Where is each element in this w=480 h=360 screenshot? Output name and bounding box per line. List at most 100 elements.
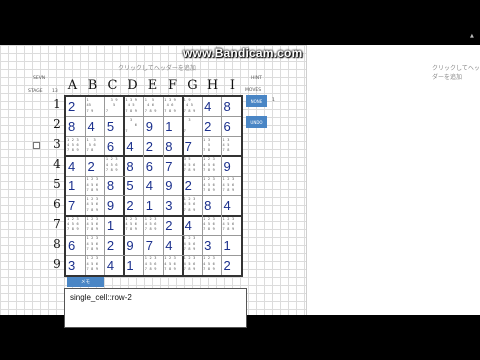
- board-cell[interactable]: 6: [144, 156, 163, 176]
- board-cell[interactable]: 4: [183, 216, 202, 236]
- board-cell[interactable]: 9: [124, 235, 143, 255]
- board-cell[interactable]: 1 9 4 5 7 8 9: [183, 97, 202, 117]
- board-cell[interactable]: 4: [105, 255, 124, 275]
- board-cell[interactable]: 3: [202, 235, 221, 255]
- board-cell[interactable]: 3: [66, 255, 85, 275]
- none-button[interactable]: NONE: [246, 95, 267, 107]
- board-cell[interactable]: 3 9 5 7: [105, 97, 124, 117]
- cell-candidates: 1 3 4 5 7 8: [222, 137, 230, 153]
- board-cell[interactable]: 3 5 4 5 6 7 8 9: [183, 156, 202, 176]
- right-pane[interactable]: [307, 45, 480, 315]
- board-cell[interactable]: 1 2 3 4 5 6 7 8 9: [124, 216, 143, 236]
- header-hint[interactable]: クリックしてヘッダーを追加: [118, 63, 196, 72]
- board-cell[interactable]: 1 3 9 4 6 7 8 9: [163, 97, 182, 117]
- board-cell[interactable]: 1 2 3 4 5 6 7 8 9: [144, 255, 163, 275]
- board-cell[interactable]: 1 2 3 4 5 6 7 8 9: [183, 196, 202, 216]
- board-cell[interactable]: 1 2 3 4 5 6 7 8 9: [85, 235, 104, 255]
- board-cell[interactable]: 4: [85, 117, 104, 137]
- board-cell[interactable]: 1 3 4 5 7 8: [222, 137, 241, 157]
- board-cell[interactable]: 4: [144, 176, 163, 196]
- board-cell[interactable]: 2: [85, 156, 104, 176]
- memo-tab[interactable]: メモ: [67, 277, 104, 287]
- cell-candidates: 1 3 5 7 8: [203, 137, 211, 153]
- board-cell[interactable]: 4: [222, 196, 241, 216]
- board-cell[interactable]: 1 3 9 4 5 7 8 9: [124, 97, 143, 117]
- board-cell[interactable]: 1 2 3 4 5 6 7 8 9: [144, 216, 163, 236]
- board-cell[interactable]: 1: [163, 117, 182, 137]
- board-cell[interactable]: 3 7: [183, 117, 202, 137]
- board-cell[interactable]: 5: [105, 117, 124, 137]
- board-cell[interactable]: 7: [66, 196, 85, 216]
- board-cell[interactable]: 7: [144, 235, 163, 255]
- board-cell[interactable]: 1 2 3 4 5 6 7 8 9: [202, 176, 221, 196]
- board-cell[interactable]: 1: [105, 216, 124, 236]
- board-cell[interactable]: 1 2 3 4 5 6 7 8 9: [202, 156, 221, 176]
- board-cell[interactable]: 9: [144, 117, 163, 137]
- board-cell[interactable]: 4: [163, 235, 182, 255]
- cell-value: 2: [87, 158, 95, 174]
- board-cell[interactable]: 4: [66, 156, 85, 176]
- board-cell[interactable]: 9: [105, 196, 124, 216]
- board-cell[interactable]: 2: [66, 97, 85, 117]
- board-cell[interactable]: 5: [124, 176, 143, 196]
- board-cell[interactable]: 2: [222, 255, 241, 275]
- row-header-4: 4: [53, 157, 61, 171]
- board-cell[interactable]: 8: [105, 176, 124, 196]
- board-cell[interactable]: 6: [105, 137, 124, 157]
- cell-value: 3: [204, 237, 212, 253]
- board-cell[interactable]: 1 2 3 4 5 6 7 8 9: [183, 255, 202, 275]
- board-cell[interactable]: 2: [202, 117, 221, 137]
- board-cell[interactable]: 8: [202, 196, 221, 216]
- cell-value: 6: [223, 119, 231, 135]
- board-cell[interactable]: 6: [222, 117, 241, 137]
- board-cell[interactable]: 1 2 3 4 5 6 7 8 9: [163, 255, 182, 275]
- board-cell[interactable]: 8: [66, 117, 85, 137]
- board-cell[interactable]: 1 3 5 7 8: [202, 137, 221, 157]
- board-cell[interactable]: 1 2 3 4 5 6 7 8 9: [66, 216, 85, 236]
- board-cell[interactable]: 9: [222, 156, 241, 176]
- board-cell[interactable]: 1 2 3 4 5 6 7 8 9: [222, 216, 241, 236]
- board-cell[interactable]: 1 3 5 6 7 8: [85, 137, 104, 157]
- board-cell[interactable]: 1 2 3 4 5 6 7 8 9: [85, 216, 104, 236]
- board-cell[interactable]: 1 45 7 9: [85, 97, 104, 117]
- board-cell[interactable]: 1 2 3 4 5 6 7 8 9: [66, 137, 85, 157]
- board-cell[interactable]: 1 2 3 4 5 6 7 8 9: [85, 176, 104, 196]
- board-cell[interactable]: 1 2 3 4 5 6 7 8 9: [202, 255, 221, 275]
- grid-line-vertical: [201, 97, 203, 275]
- cell-value: 2: [68, 99, 76, 115]
- board-cell[interactable]: 4: [202, 97, 221, 117]
- board-cell[interactable]: 3 6 7: [124, 117, 143, 137]
- board-cell[interactable]: 1 2 3 4 5 6 7 8 9: [183, 235, 202, 255]
- up-arrow-icon[interactable]: ▲: [470, 33, 474, 39]
- cell-value: 1: [223, 237, 231, 253]
- board-cell[interactable]: 1: [144, 196, 163, 216]
- undo-button[interactable]: UNDO: [246, 116, 267, 128]
- board-cell[interactable]: 1 2 3 4 5 6 7 8 9: [105, 156, 124, 176]
- board-cell[interactable]: 2: [163, 216, 182, 236]
- cell-value: 4: [87, 119, 95, 135]
- memo-box[interactable]: single_cell::row-2: [64, 288, 247, 328]
- board-cell[interactable]: 2: [105, 235, 124, 255]
- board-cell[interactable]: 6: [66, 235, 85, 255]
- board-cell[interactable]: 1 2 3 4 5 6 7 8 9: [202, 216, 221, 236]
- board-cell[interactable]: 2: [144, 137, 163, 157]
- board-cell[interactable]: 8: [222, 97, 241, 117]
- board-cell[interactable]: 4: [124, 137, 143, 157]
- board-cell[interactable]: 1: [124, 255, 143, 275]
- board-cell[interactable]: 8: [124, 156, 143, 176]
- board-cell[interactable]: 7: [183, 137, 202, 157]
- board-cell[interactable]: 1 5 4 6 7 8 9: [144, 97, 163, 117]
- board-cell[interactable]: 1 2 3 4 5 6 7 8 9: [222, 176, 241, 196]
- board-cell[interactable]: 9: [163, 176, 182, 196]
- board-cell[interactable]: 1 2 3 4 5 6 7 8 9: [85, 196, 104, 216]
- option-checkbox[interactable]: [33, 142, 40, 149]
- board-cell[interactable]: 3: [163, 196, 182, 216]
- board-cell[interactable]: 1 2 3 4 5 6 7 8 9: [85, 255, 104, 275]
- board-cell[interactable]: 2: [124, 196, 143, 216]
- board-cell[interactable]: 7: [163, 156, 182, 176]
- right-header-hint[interactable]: クリックしてヘッダーを追加: [432, 63, 480, 81]
- board-cell[interactable]: 1: [66, 176, 85, 196]
- board-cell[interactable]: 1: [222, 235, 241, 255]
- board-cell[interactable]: 8: [163, 137, 182, 157]
- board-cell[interactable]: 2: [183, 176, 202, 196]
